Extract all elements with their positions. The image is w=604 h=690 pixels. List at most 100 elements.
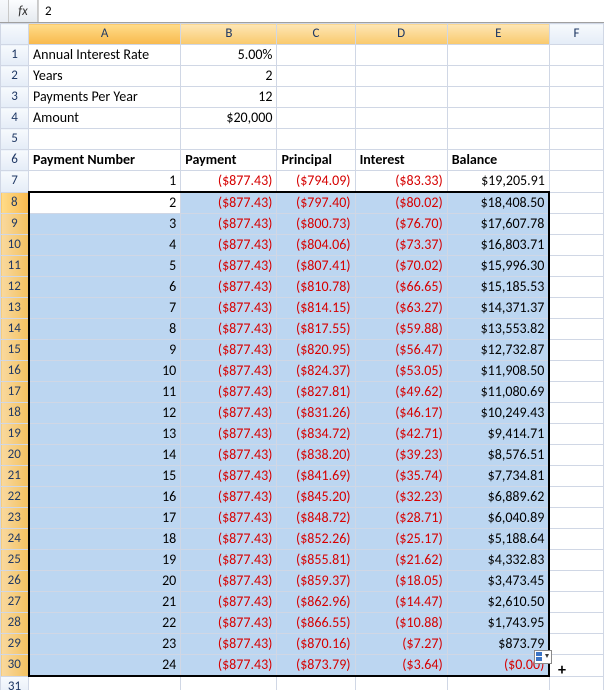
cell-A24[interactable]: 18 [29, 529, 181, 550]
cell-D24[interactable]: ($25.17) [355, 529, 447, 550]
cell-D27[interactable]: ($14.47) [355, 592, 447, 613]
cell-C13[interactable]: ($814.15) [277, 298, 355, 319]
cell-C30[interactable]: ($873.79) [277, 655, 355, 677]
formula-input[interactable]: 2 [38, 0, 604, 22]
cell-B2[interactable]: 2 [181, 66, 277, 87]
column-header-E[interactable]: E [447, 24, 549, 45]
row-header-14[interactable]: 14 [1, 319, 29, 340]
column-header-A[interactable]: A [29, 24, 181, 45]
row-header-12[interactable]: 12 [1, 277, 29, 298]
formula-bar-grip[interactable] [0, 0, 9, 22]
cell-B17[interactable]: ($877.43) [181, 382, 277, 403]
cell-F4[interactable] [549, 108, 603, 129]
cell-F9[interactable] [549, 214, 603, 235]
row-header-29[interactable]: 29 [1, 634, 29, 655]
cell-E20[interactable]: $8,576.51 [447, 445, 549, 466]
cell-D25[interactable]: ($21.62) [355, 550, 447, 571]
cell-D19[interactable]: ($42.71) [355, 424, 447, 445]
cell-A1[interactable]: Annual Interest Rate [29, 45, 181, 66]
cell-F26[interactable] [549, 571, 603, 592]
cell-D29[interactable]: ($7.27) [355, 634, 447, 655]
cell-E10[interactable]: $16,803.71 [447, 235, 549, 256]
cell-E17[interactable]: $11,080.69 [447, 382, 549, 403]
cell-D16[interactable]: ($53.05) [355, 361, 447, 382]
cell-A4[interactable]: Amount [29, 108, 181, 129]
cell-E6[interactable]: Balance [447, 150, 549, 171]
cell-B5[interactable] [181, 129, 277, 150]
cell-F2[interactable] [549, 66, 603, 87]
cell-B27[interactable]: ($877.43) [181, 592, 277, 613]
cell-F25[interactable] [549, 550, 603, 571]
cell-B13[interactable]: ($877.43) [181, 298, 277, 319]
row-header-18[interactable]: 18 [1, 403, 29, 424]
row-header-11[interactable]: 11 [1, 256, 29, 277]
cell-D18[interactable]: ($46.17) [355, 403, 447, 424]
cell-C9[interactable]: ($800.73) [277, 214, 355, 235]
cell-C17[interactable]: ($827.81) [277, 382, 355, 403]
cell-C24[interactable]: ($852.26) [277, 529, 355, 550]
cell-B28[interactable]: ($877.43) [181, 613, 277, 634]
row-header-22[interactable]: 22 [1, 487, 29, 508]
cell-E1[interactable] [447, 45, 549, 66]
cell-D30[interactable]: ($3.64) [355, 655, 447, 677]
row-header-4[interactable]: 4 [1, 108, 29, 129]
cell-A13[interactable]: 7 [29, 298, 181, 319]
cell-F19[interactable] [549, 424, 603, 445]
cell-A16[interactable]: 10 [29, 361, 181, 382]
cell-A22[interactable]: 16 [29, 487, 181, 508]
cell-C25[interactable]: ($855.81) [277, 550, 355, 571]
row-header-13[interactable]: 13 [1, 298, 29, 319]
cell-F11[interactable] [549, 256, 603, 277]
row-header-1[interactable]: 1 [1, 45, 29, 66]
cell-A28[interactable]: 22 [29, 613, 181, 634]
cell-D3[interactable] [355, 87, 447, 108]
cell-A14[interactable]: 8 [29, 319, 181, 340]
cell-F1[interactable] [549, 45, 603, 66]
cell-A7[interactable]: 1 [29, 171, 181, 193]
cell-A10[interactable]: 4 [29, 235, 181, 256]
cell-B14[interactable]: ($877.43) [181, 319, 277, 340]
cell-F14[interactable] [549, 319, 603, 340]
cell-A23[interactable]: 17 [29, 508, 181, 529]
column-header-D[interactable]: D [355, 24, 447, 45]
cell-B9[interactable]: ($877.43) [181, 214, 277, 235]
cell-A15[interactable]: 9 [29, 340, 181, 361]
row-header-26[interactable]: 26 [1, 571, 29, 592]
cell-F18[interactable] [549, 403, 603, 424]
cell-F17[interactable] [549, 382, 603, 403]
cell-C31[interactable] [277, 676, 355, 690]
cell-F20[interactable] [549, 445, 603, 466]
cell-B11[interactable]: ($877.43) [181, 256, 277, 277]
cell-D13[interactable]: ($63.27) [355, 298, 447, 319]
cell-C12[interactable]: ($810.78) [277, 277, 355, 298]
cell-C7[interactable]: ($794.09) [277, 171, 355, 193]
cell-A17[interactable]: 11 [29, 382, 181, 403]
cell-C22[interactable]: ($845.20) [277, 487, 355, 508]
cell-B24[interactable]: ($877.43) [181, 529, 277, 550]
auto-fill-options-button[interactable] [534, 650, 552, 666]
row-header-31[interactable]: 31 [1, 676, 29, 690]
cell-C19[interactable]: ($834.72) [277, 424, 355, 445]
cell-E18[interactable]: $10,249.43 [447, 403, 549, 424]
cell-A26[interactable]: 20 [29, 571, 181, 592]
cell-D9[interactable]: ($76.70) [355, 214, 447, 235]
column-header-C[interactable]: C [277, 24, 355, 45]
cell-F22[interactable] [549, 487, 603, 508]
cell-E15[interactable]: $12,732.87 [447, 340, 549, 361]
cell-F29[interactable] [549, 634, 603, 655]
cell-A5[interactable] [29, 129, 181, 150]
row-header-3[interactable]: 3 [1, 87, 29, 108]
column-header-F[interactable]: F [549, 24, 603, 45]
cell-C1[interactable] [277, 45, 355, 66]
cell-C5[interactable] [277, 129, 355, 150]
cell-D5[interactable] [355, 129, 447, 150]
cell-D20[interactable]: ($39.23) [355, 445, 447, 466]
cell-C21[interactable]: ($841.69) [277, 466, 355, 487]
row-header-28[interactable]: 28 [1, 613, 29, 634]
cell-C29[interactable]: ($870.16) [277, 634, 355, 655]
cell-B16[interactable]: ($877.43) [181, 361, 277, 382]
column-header-B[interactable]: B [181, 24, 277, 45]
cell-E4[interactable] [447, 108, 549, 129]
cell-E21[interactable]: $7,734.81 [447, 466, 549, 487]
fx-button[interactable]: fx [9, 0, 38, 22]
